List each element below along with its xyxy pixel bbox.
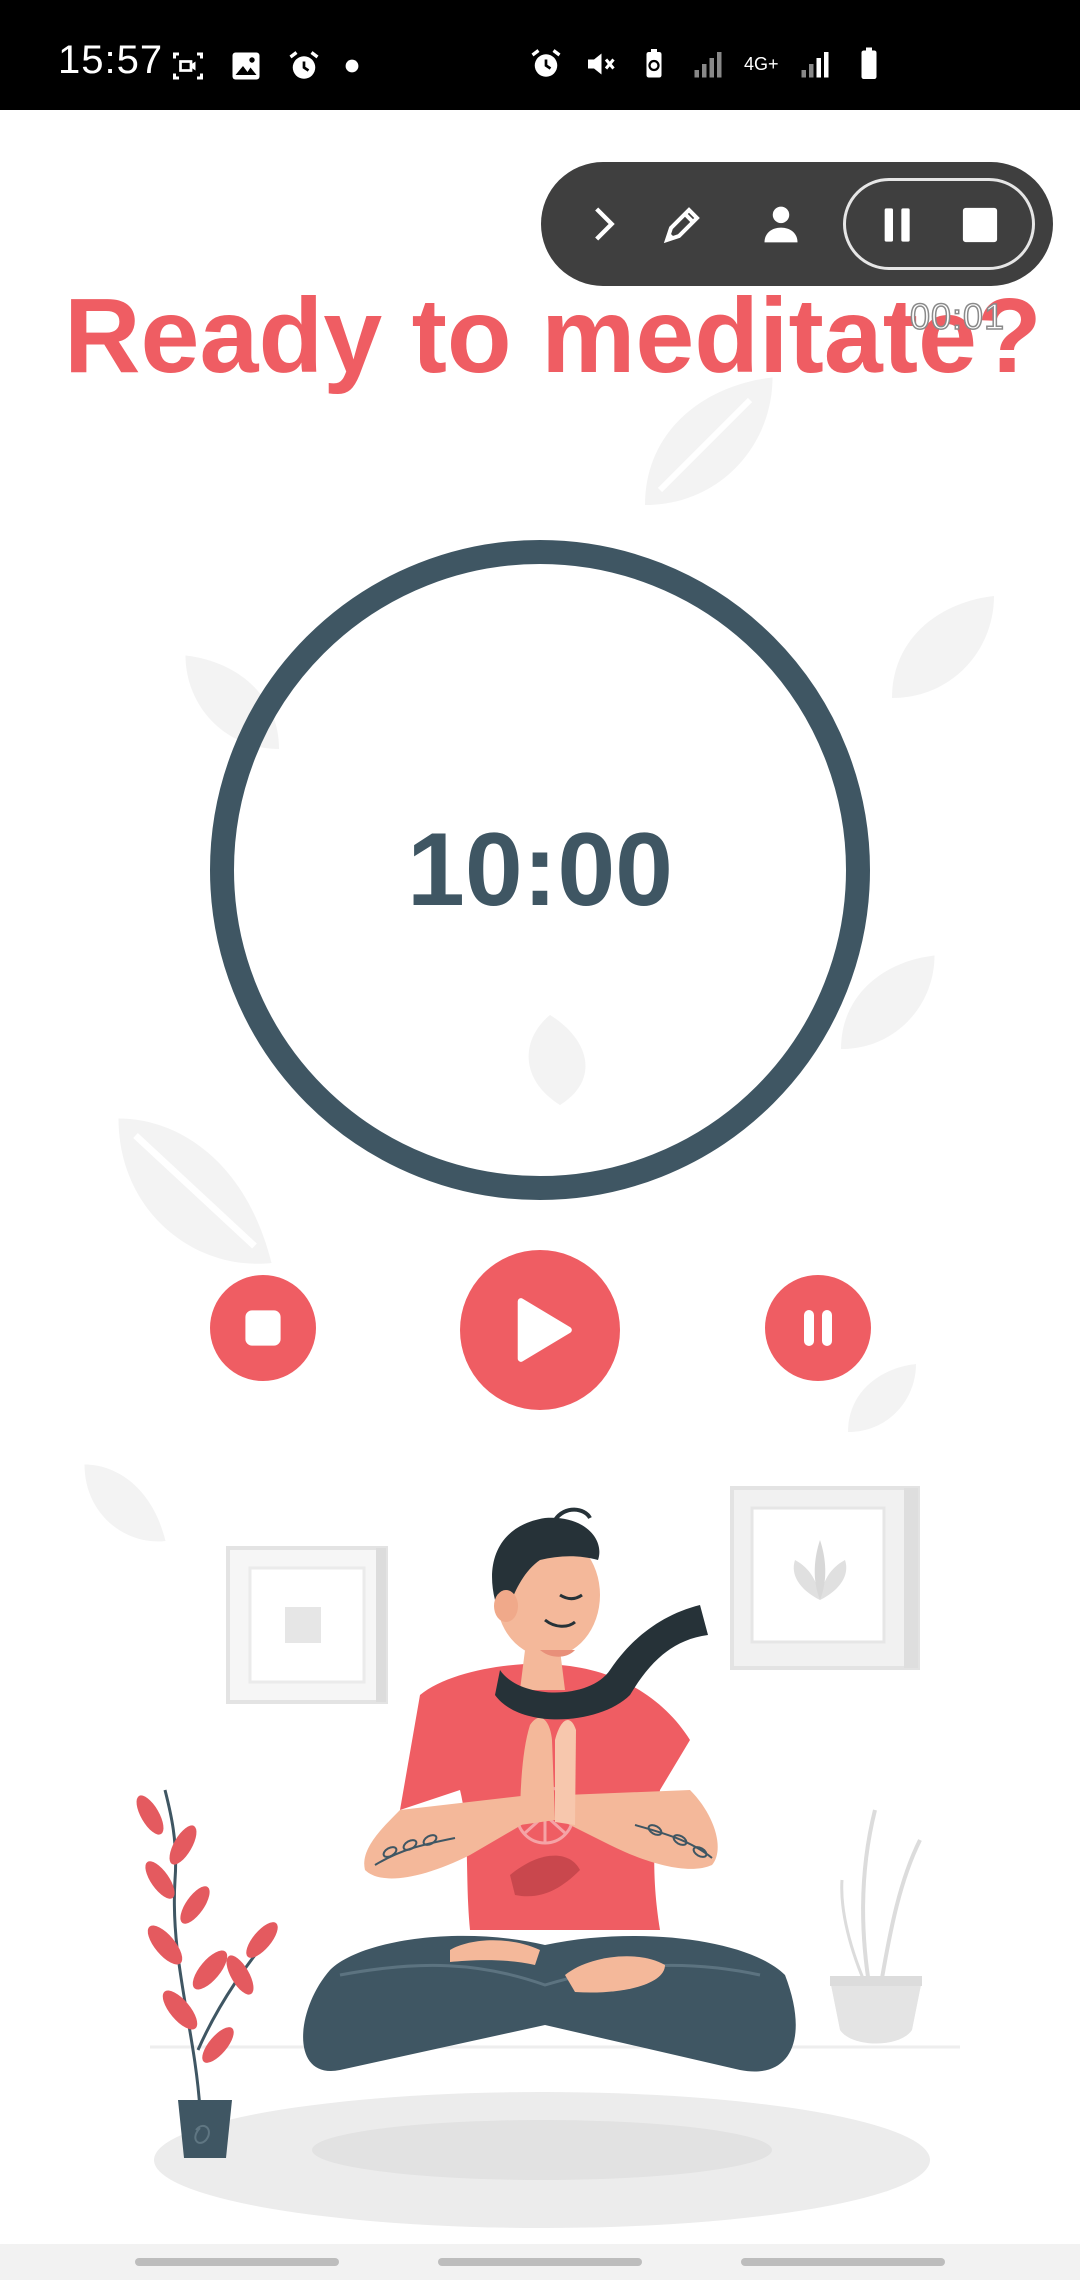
dot-icon — [345, 59, 359, 73]
plant-left — [136, 1789, 278, 2158]
stop-recording-button[interactable] — [948, 193, 1012, 257]
background-leaf-icon — [892, 596, 994, 698]
status-bar: 15:57 4G+ — [0, 0, 1080, 110]
recording-controls — [843, 178, 1035, 270]
screen-record-icon — [173, 52, 203, 80]
status-icons-left — [170, 48, 360, 84]
status-time: 15:57 — [58, 38, 164, 82]
signal-icon — [801, 52, 829, 78]
status-icons-right: 4G+ — [528, 46, 887, 82]
pause-recording-button[interactable] — [866, 193, 930, 257]
stop-button[interactable] — [210, 1275, 316, 1381]
chevron-right-icon — [595, 207, 615, 241]
wall-frame-right — [730, 1486, 920, 1670]
play-icon — [517, 1298, 572, 1362]
nav-home-button[interactable] — [438, 2258, 642, 2266]
wall-frame-left — [226, 1546, 388, 1704]
pen-icon — [663, 207, 700, 244]
screen-recorder-toolbar — [541, 162, 1053, 286]
recording-timer: 00:01 — [909, 295, 1006, 338]
play-button[interactable] — [460, 1250, 620, 1410]
pause-icon — [884, 208, 910, 242]
background-leaf-icon — [848, 1364, 916, 1432]
nav-back-button[interactable] — [741, 2258, 945, 2266]
network-type-label: 4G+ — [744, 54, 779, 74]
draw-button[interactable] — [651, 192, 715, 256]
stop-icon — [245, 1310, 281, 1346]
system-navigation-bar — [0, 2244, 1080, 2280]
plant-right — [830, 1809, 922, 2044]
signal-icon — [694, 52, 722, 78]
timer-display: 10:00 — [407, 811, 673, 928]
stop-icon — [962, 207, 998, 243]
mute-icon — [588, 53, 615, 75]
battery-saver-icon — [646, 49, 662, 78]
battery-icon — [861, 47, 877, 79]
meditating-man-illustration — [136, 1486, 960, 2228]
camera-overlay-button[interactable] — [749, 192, 813, 256]
person-icon — [764, 206, 798, 243]
image-icon — [232, 52, 260, 80]
pause-button[interactable] — [765, 1275, 871, 1381]
nav-recents-button[interactable] — [135, 2258, 339, 2266]
expand-button[interactable] — [575, 194, 635, 254]
alarm-icon — [531, 49, 561, 77]
alarm-icon — [289, 51, 319, 79]
pause-icon — [804, 1310, 832, 1346]
page-title: Ready to meditate? — [64, 277, 1042, 395]
